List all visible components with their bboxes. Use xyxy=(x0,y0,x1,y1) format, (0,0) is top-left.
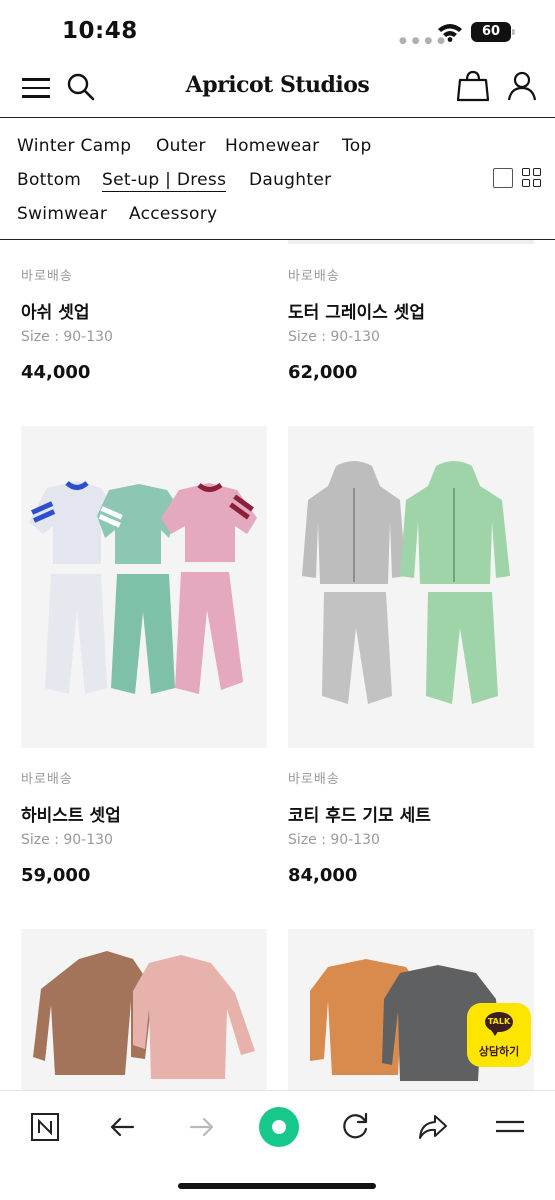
category-accessory[interactable]: Accessory xyxy=(129,204,217,224)
talk-bubble-icon: TALK xyxy=(485,1012,513,1036)
product-size: Size : 90-130 xyxy=(21,329,113,345)
share-icon[interactable] xyxy=(413,1107,453,1147)
shopping-bag-icon[interactable] xyxy=(456,70,490,106)
category-outer[interactable]: Outer xyxy=(156,136,206,156)
battery-icon: 60 xyxy=(471,22,515,42)
product-name[interactable]: 아쉬 셋업 xyxy=(21,298,89,323)
refresh-icon[interactable] xyxy=(335,1107,375,1147)
product-price: 62,000 xyxy=(288,362,358,383)
wifi-icon xyxy=(437,22,463,46)
category-setup-dress[interactable]: Set-up | Dress xyxy=(102,170,227,192)
shipping-label: 바로배송 xyxy=(288,269,340,284)
product-name[interactable]: 코티 후드 기모 세트 xyxy=(288,801,431,826)
grid-view-icon[interactable] xyxy=(522,168,542,188)
product-image[interactable] xyxy=(288,426,534,748)
status-bar: 10:48 ● ● ● ● 60 xyxy=(0,0,555,62)
product-price: 44,000 xyxy=(21,362,91,383)
product-price: 84,000 xyxy=(288,865,358,886)
user-icon[interactable] xyxy=(506,70,538,106)
kakao-talk-button[interactable]: TALK 상담하기 xyxy=(467,1003,531,1067)
home-indicator[interactable] xyxy=(178,1183,376,1189)
single-view-icon[interactable] xyxy=(493,168,513,188)
talk-label: 상담하기 xyxy=(478,1045,520,1058)
category-daughter[interactable]: Daughter xyxy=(249,170,331,190)
site-header: Apricot Studios xyxy=(0,62,555,118)
product-name[interactable]: 도터 그레이스 셋업 xyxy=(288,298,425,323)
product-price: 59,000 xyxy=(21,865,91,886)
category-homewear[interactable]: Homewear xyxy=(225,136,319,156)
shipping-label: 바로배송 xyxy=(288,772,340,787)
category-swimwear[interactable]: Swimwear xyxy=(17,204,107,224)
category-top[interactable]: Top xyxy=(342,136,372,156)
product-name[interactable]: 하비스트 셋업 xyxy=(21,801,121,826)
shipping-label: 바로배송 xyxy=(21,269,73,284)
shipping-label: 바로배송 xyxy=(21,772,73,787)
product-image[interactable] xyxy=(21,426,267,748)
status-time: 10:48 xyxy=(62,18,138,44)
product-size: Size : 90-130 xyxy=(288,832,380,848)
product-image[interactable] xyxy=(21,929,267,1090)
more-menu-icon[interactable] xyxy=(490,1107,530,1147)
naver-home-icon[interactable] xyxy=(25,1107,65,1147)
forward-arrow-icon[interactable] xyxy=(181,1107,221,1147)
category-nav: Winter Camp Outer Homewear Top Bottom Se… xyxy=(0,120,555,240)
category-bottom[interactable]: Bottom xyxy=(17,170,81,190)
back-arrow-icon[interactable] xyxy=(103,1107,143,1147)
green-dot-icon[interactable] xyxy=(257,1105,301,1149)
category-winter-camp[interactable]: Winter Camp xyxy=(17,136,131,156)
product-image[interactable] xyxy=(288,240,534,244)
product-size: Size : 90-130 xyxy=(21,832,113,848)
product-size: Size : 90-130 xyxy=(288,329,380,345)
